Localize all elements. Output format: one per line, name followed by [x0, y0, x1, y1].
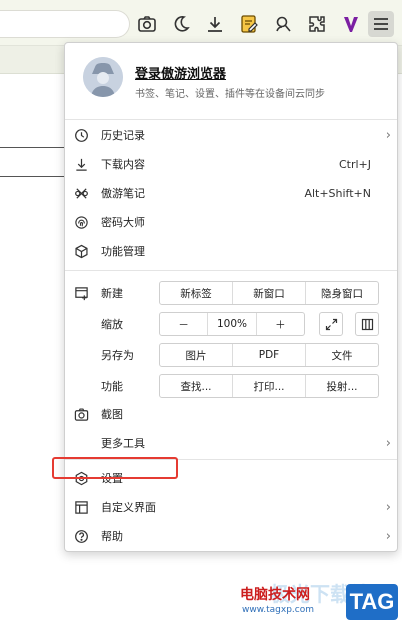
watermark-tag-logo: TAG	[346, 584, 398, 620]
notes-icon	[73, 185, 89, 201]
menu-item-label: 傲游笔记	[101, 187, 145, 200]
menu-item-label: 缩放	[101, 318, 123, 331]
zoom-in-button[interactable]: ＋	[257, 313, 304, 335]
divider	[65, 270, 397, 271]
notes-icon[interactable]	[236, 11, 262, 37]
functions-button-group: 查找... 打印... 投射...	[159, 374, 379, 398]
find-button[interactable]: 查找...	[160, 375, 233, 397]
help-icon	[73, 528, 89, 544]
fingerprint-icon	[73, 214, 89, 230]
new-button-group: 新标签 新窗口 隐身窗口	[159, 281, 379, 305]
menu-item-more-tools[interactable]: 更多工具 ›	[65, 429, 397, 457]
incognito-window-button[interactable]: 隐身窗口	[306, 282, 378, 304]
fullscreen-button[interactable]	[319, 312, 343, 336]
menu-item-label: 历史记录	[101, 129, 145, 142]
watermark-url: www.tagxp.com	[242, 605, 314, 615]
chevron-right-icon: ›	[385, 127, 391, 143]
clock-icon	[73, 127, 89, 143]
page-content-fragment	[0, 147, 68, 177]
profile-section[interactable]: 登录傲游浏览器 书签、笔记、设置、插件等在设备间云同步	[65, 43, 397, 115]
expand-icon	[325, 318, 337, 330]
address-bar[interactable]	[0, 10, 130, 38]
camera-icon	[73, 406, 89, 422]
menu-item-notes[interactable]: 傲游笔记 Alt+Shift+N	[65, 179, 397, 207]
print-button[interactable]: 打印...	[233, 375, 306, 397]
download-icon	[73, 156, 89, 172]
menu-item-label: 新建	[101, 287, 123, 300]
menu-item-screenshot[interactable]: 截图	[65, 400, 397, 428]
save-pdf-button[interactable]: PDF	[233, 344, 306, 366]
zoom-control: － 100% ＋	[159, 312, 305, 336]
menu-item-help[interactable]: 帮助 ›	[65, 522, 397, 550]
chevron-right-icon: ›	[385, 528, 391, 544]
menu-item-history[interactable]: 历史记录 ›	[65, 121, 397, 149]
chevron-right-icon: ›	[385, 435, 391, 451]
zoom-out-button[interactable]: －	[160, 313, 209, 335]
cube-icon	[73, 243, 89, 259]
avatar	[83, 57, 123, 97]
zoom-value: 100%	[208, 313, 257, 335]
menu-item-label: 更多工具	[101, 437, 145, 450]
download-icon[interactable]	[202, 11, 228, 37]
v-icon[interactable]	[338, 11, 364, 37]
menu-item-label: 另存为	[101, 349, 134, 362]
menu-item-label: 密码大师	[101, 216, 145, 229]
columns-icon	[361, 318, 373, 330]
login-link[interactable]: 登录傲游浏览器	[135, 63, 226, 82]
sync-description: 书签、笔记、设置、插件等在设备间云同步	[135, 89, 325, 100]
save-image-button[interactable]: 图片	[160, 344, 233, 366]
menu-item-label: 帮助	[101, 530, 123, 543]
menu-item-extensions[interactable]: 功能管理	[65, 237, 397, 265]
menu-item-label: 功能	[101, 380, 123, 393]
new-tab-button[interactable]: 新标签	[160, 282, 233, 304]
night-mode-icon[interactable]	[168, 11, 194, 37]
browser-toolbar	[0, 0, 402, 46]
extensions-icon[interactable]	[304, 11, 330, 37]
menu-icon[interactable]	[368, 11, 394, 37]
new-tab-icon	[73, 285, 89, 301]
save-file-button[interactable]: 文件	[306, 344, 378, 366]
shortcut-label: Alt+Shift+N	[304, 186, 371, 200]
menu-item-downloads[interactable]: 下载内容 Ctrl+J	[65, 150, 397, 178]
watermark-site-name: 电脑技术网	[240, 587, 310, 603]
new-window-button[interactable]: 新窗口	[233, 282, 306, 304]
password-icon[interactable]	[270, 11, 296, 37]
menu-item-label: 功能管理	[101, 245, 145, 258]
menu-item-label: 下载内容	[101, 158, 145, 171]
camera-icon[interactable]	[134, 11, 160, 37]
reader-mode-button[interactable]	[355, 312, 379, 336]
chevron-right-icon: ›	[385, 499, 391, 515]
divider	[65, 119, 397, 120]
menu-item-password[interactable]: 密码大师	[65, 208, 397, 236]
menu-item-customize[interactable]: 自定义界面 ›	[65, 493, 397, 521]
save-as-button-group: 图片 PDF 文件	[159, 343, 379, 367]
cast-button[interactable]: 投射...	[306, 375, 378, 397]
menu-item-label: 截图	[101, 408, 123, 421]
menu-item-label: 自定义界面	[101, 501, 156, 514]
layout-icon	[73, 499, 89, 515]
shortcut-label: Ctrl+J	[338, 157, 371, 171]
settings-highlight-box	[52, 457, 178, 479]
